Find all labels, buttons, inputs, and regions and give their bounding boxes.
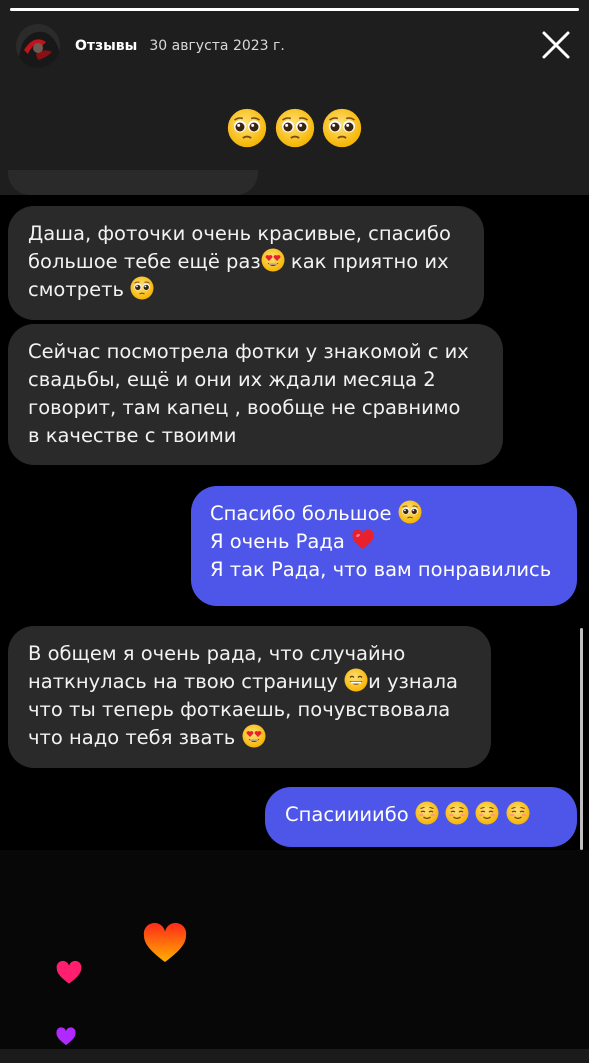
message-incoming[interactable]: В общем я очень рада, что случайно наткн… [8, 626, 491, 768]
pleading-face-icon [322, 108, 362, 148]
message-line: говорит, там капец , вообще не сравнимо [28, 396, 461, 419]
bottom-bar [0, 1049, 589, 1063]
story-progress-fill [10, 8, 579, 11]
pleading-face-icon [398, 500, 422, 524]
message-incoming[interactable]: Сейчас посмотрела фотки у знакомой с их … [8, 324, 503, 465]
message-line: что надо тебя звать [28, 724, 471, 752]
message-outgoing[interactable]: Спасибо большое Я очень Рада Я так Рада,… [191, 486, 577, 606]
story-date: 30 августа 2023 г. [149, 38, 285, 54]
close-button[interactable] [539, 28, 573, 62]
message-line: Сейчас посмотрела фотки у знакомой с их [28, 340, 469, 363]
story-title: Отзывы [75, 38, 138, 54]
pleading-face-icon [227, 108, 267, 148]
message-line: Спасиииибо [285, 801, 557, 829]
purple-heart-icon [56, 1027, 76, 1046]
message-line: свадьбы, ещё и они их ждали месяца 2 [28, 368, 436, 391]
pleading-face-icon [275, 108, 315, 148]
message-line: Спасибо большое [210, 500, 557, 528]
grinning-face-icon [344, 668, 368, 692]
message-incoming[interactable]: Даша, фоточки очень красивые, спасибо бо… [8, 206, 484, 320]
close-icon [542, 31, 570, 59]
message-line: Я очень Рада [210, 528, 557, 556]
fire-heart-icon [143, 922, 187, 962]
story-background [0, 850, 589, 1050]
message-outgoing[interactable]: Спасиииибо [265, 787, 577, 847]
message-line: смотреть [28, 276, 464, 304]
smiling-face-icon [445, 801, 469, 825]
pink-heart-icon [56, 960, 82, 984]
smiling-face-icon [506, 801, 530, 825]
smiling-face-icon [475, 801, 499, 825]
avatar-photo [16, 24, 60, 68]
message-line: большое тебе ещё раз как приятно их [28, 248, 449, 273]
chat-scrollbar[interactable] [580, 628, 583, 850]
heart-eyes-icon [261, 248, 285, 272]
heart-eyes-icon [242, 724, 266, 748]
red-heart-icon [351, 528, 375, 552]
story-header: Отзывы 30 августа 2023 г. [16, 24, 573, 68]
smiling-face-icon [415, 801, 439, 825]
story-progress-bar [10, 8, 579, 11]
message-line: наткнулась на твою страницу и узнала [28, 668, 458, 693]
pleading-face-icon [130, 276, 154, 300]
message-line: что ты теперь фоткаешь, почувствовала [28, 698, 451, 721]
top-emoji-row: 🥺🥺🥺 [0, 108, 589, 148]
message-line: Я так Рада, что вам понравились [210, 558, 552, 581]
message-line: в качестве с твоими [28, 424, 237, 447]
previous-message-tail [8, 170, 258, 195]
message-line: В общем я очень рада, что случайно [28, 642, 406, 665]
message-line: Даша, фоточки очень красивые, спасибо [28, 222, 451, 245]
avatar[interactable] [16, 24, 60, 68]
